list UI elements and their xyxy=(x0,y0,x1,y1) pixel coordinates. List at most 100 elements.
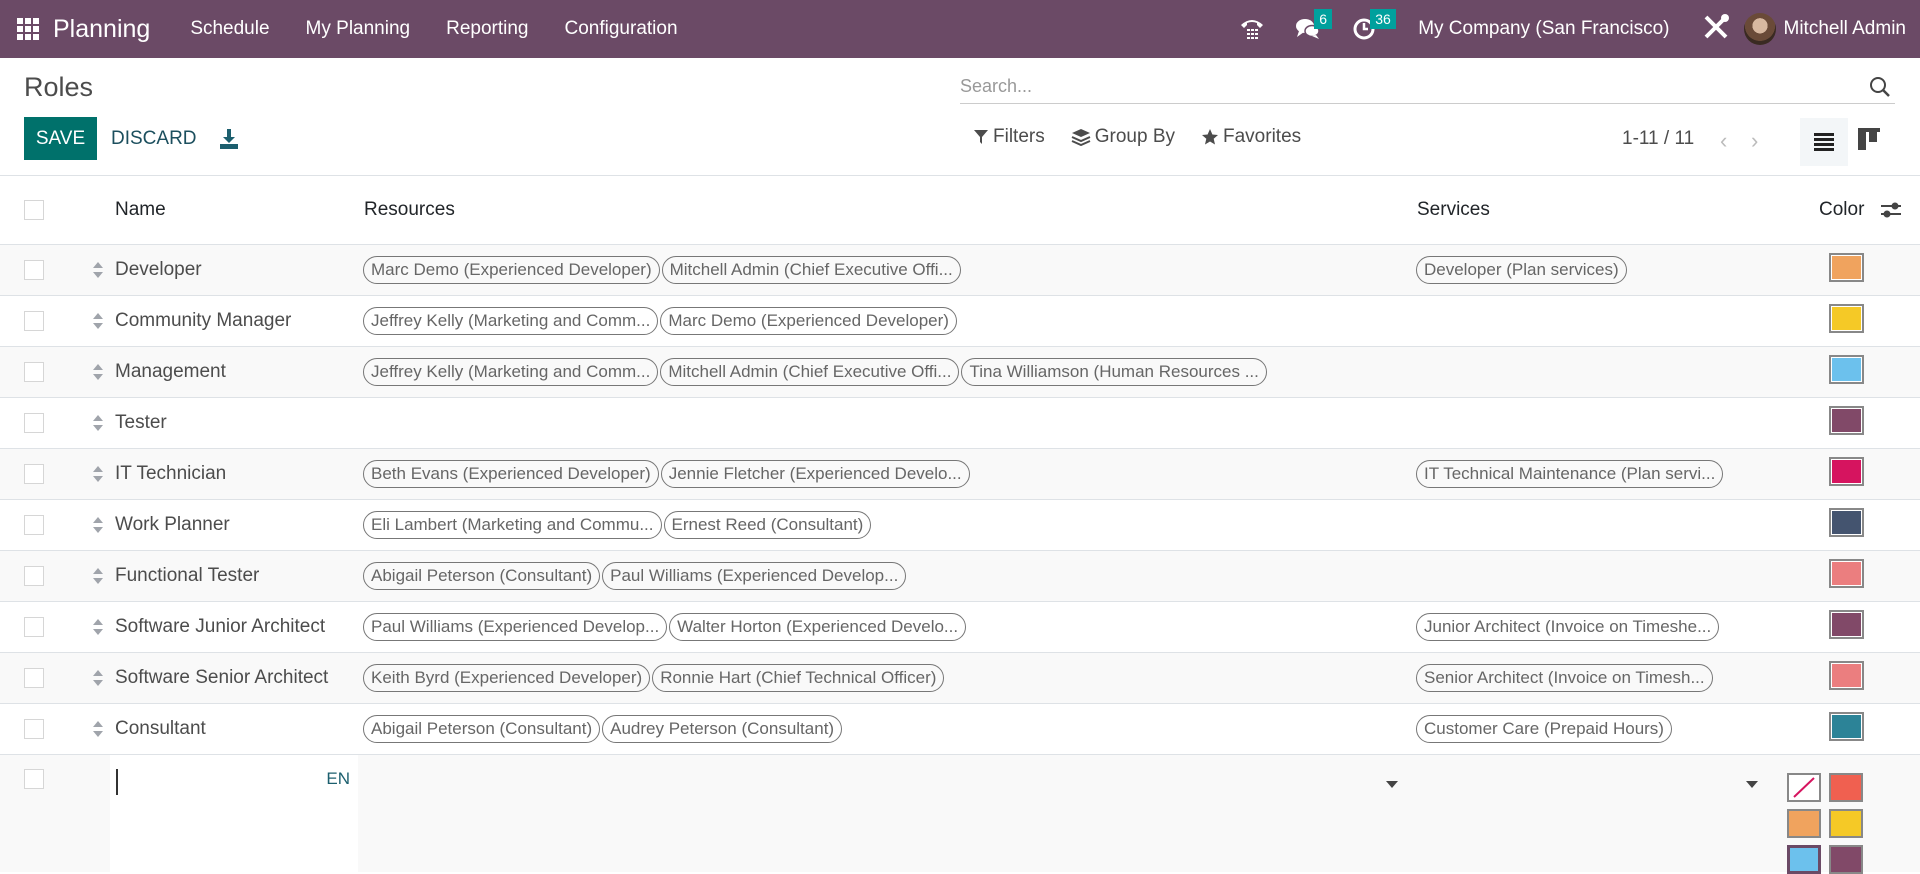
list-view-button[interactable] xyxy=(1800,118,1848,166)
column-header-services[interactable]: Services xyxy=(1417,199,1490,221)
phone-icon[interactable] xyxy=(1238,15,1266,43)
color-swatch[interactable] xyxy=(1829,457,1864,486)
service-tag[interactable]: Junior Architect (Invoice on Timeshe... xyxy=(1416,613,1720,641)
resource-tag[interactable]: Paul Williams (Experienced Develop... xyxy=(363,613,668,641)
menu-configuration[interactable]: Configuration xyxy=(565,18,678,40)
row-checkbox[interactable] xyxy=(24,260,44,280)
color-swatch[interactable] xyxy=(1829,610,1864,639)
drag-handle-icon[interactable] xyxy=(92,516,104,534)
resource-tag[interactable]: Paul Williams (Experienced Develop... xyxy=(602,562,907,590)
kanban-view-button[interactable] xyxy=(1858,128,1882,152)
color-option[interactable] xyxy=(1787,845,1821,874)
resource-tag[interactable]: Audrey Peterson (Consultant) xyxy=(602,715,843,743)
table-row[interactable]: Functional Tester Abigail Peterson (Consu… xyxy=(0,551,1920,602)
row-checkbox[interactable] xyxy=(24,769,44,789)
favorites-button[interactable]: Favorites xyxy=(1201,126,1301,148)
row-checkbox[interactable] xyxy=(24,566,44,586)
resource-tag[interactable]: Eli Lambert (Marketing and Commu... xyxy=(363,511,662,539)
color-swatch[interactable] xyxy=(1829,406,1864,435)
table-row[interactable]: IT Technician Beth Evans (Experienced Dev… xyxy=(0,449,1920,500)
drag-handle-icon[interactable] xyxy=(92,465,104,483)
drag-handle-icon[interactable] xyxy=(92,720,104,738)
row-checkbox[interactable] xyxy=(24,617,44,637)
search-icon[interactable] xyxy=(1869,76,1891,98)
pager-value[interactable]: 1-11 / 11 xyxy=(1622,128,1694,150)
language-toggle[interactable]: EN xyxy=(326,769,350,789)
color-swatch[interactable] xyxy=(1829,661,1864,690)
messages-icon[interactable]: 6 xyxy=(1294,9,1332,43)
resource-tag[interactable]: Tina Williamson (Human Resources ... xyxy=(961,358,1267,386)
role-name[interactable]: Software Junior Architect xyxy=(115,616,325,638)
resource-tag[interactable]: Mitchell Admin (Chief Executive Offi... xyxy=(660,358,960,386)
column-header-name[interactable]: Name xyxy=(115,199,166,221)
menu-reporting[interactable]: Reporting xyxy=(446,18,528,40)
color-swatch[interactable] xyxy=(1829,304,1864,333)
resource-tag[interactable]: Beth Evans (Experienced Developer) xyxy=(363,460,659,488)
resource-tag[interactable]: Marc Demo (Experienced Developer) xyxy=(660,307,957,335)
pager-previous-icon[interactable]: ‹ xyxy=(1720,128,1727,154)
row-checkbox[interactable] xyxy=(24,719,44,739)
service-tag[interactable]: Developer (Plan services) xyxy=(1416,256,1627,284)
table-row[interactable]: Software Junior Architect Paul Williams (… xyxy=(0,602,1920,653)
export-download-icon[interactable] xyxy=(218,128,240,150)
color-swatch[interactable] xyxy=(1829,712,1864,741)
resource-tag[interactable]: Abigail Peterson (Consultant) xyxy=(363,562,601,590)
color-swatch[interactable] xyxy=(1829,355,1864,384)
role-name[interactable]: Management xyxy=(115,361,226,383)
activities-clock-icon[interactable]: 36 xyxy=(1350,9,1396,43)
debug-tools-icon[interactable] xyxy=(1702,13,1730,46)
user-menu[interactable]: Mitchell Admin xyxy=(1743,13,1906,45)
role-name[interactable]: IT Technician xyxy=(115,463,226,485)
drag-handle-icon[interactable] xyxy=(92,363,104,381)
resource-tag[interactable]: Jennie Fletcher (Experienced Develo... xyxy=(660,460,970,488)
table-row[interactable]: Software Senior Architect Keith Byrd (Exp… xyxy=(0,653,1920,704)
search-input[interactable] xyxy=(960,76,1869,97)
role-name[interactable]: Software Senior Architect xyxy=(115,667,328,689)
app-brand[interactable]: Planning xyxy=(53,15,150,44)
color-swatch[interactable] xyxy=(1829,253,1864,282)
role-name[interactable]: Community Manager xyxy=(115,310,291,332)
resource-tag[interactable]: Ernest Reed (Consultant) xyxy=(663,511,872,539)
app-menu-icon[interactable] xyxy=(17,18,39,40)
row-checkbox[interactable] xyxy=(24,464,44,484)
resource-tag[interactable]: Walter Horton (Experienced Develo... xyxy=(669,613,967,641)
drag-handle-icon[interactable] xyxy=(92,414,104,432)
save-button[interactable]: SAVE xyxy=(24,117,97,160)
service-tag[interactable]: Senior Architect (Invoice on Timesh... xyxy=(1416,664,1713,692)
optional-columns-icon[interactable] xyxy=(1880,200,1902,220)
discard-button[interactable]: DISCARD xyxy=(111,117,197,160)
role-name[interactable]: Functional Tester xyxy=(115,565,259,587)
row-checkbox[interactable] xyxy=(24,362,44,382)
select-all-checkbox[interactable] xyxy=(24,200,44,220)
service-tag[interactable]: IT Technical Maintenance (Plan servi... xyxy=(1416,460,1724,488)
drag-handle-icon[interactable] xyxy=(92,567,104,585)
table-row[interactable]: Work Planner Eli Lambert (Marketing and C… xyxy=(0,500,1920,551)
color-option[interactable] xyxy=(1829,845,1863,874)
drag-handle-icon[interactable] xyxy=(92,618,104,636)
table-row[interactable]: Tester xyxy=(0,398,1920,449)
color-swatch[interactable] xyxy=(1829,559,1864,588)
table-row[interactable]: Consultant Abigail Peterson (Consultant) A… xyxy=(0,704,1920,755)
resource-tag[interactable]: Abigail Peterson (Consultant) xyxy=(363,715,601,743)
column-header-resources[interactable]: Resources xyxy=(364,199,455,221)
company-switcher[interactable]: My Company (San Francisco) xyxy=(1418,18,1669,40)
color-option-none[interactable] xyxy=(1787,773,1821,802)
resource-tag[interactable]: Jeffrey Kelly (Marketing and Comm... xyxy=(363,307,659,335)
resource-tag[interactable]: Jeffrey Kelly (Marketing and Comm... xyxy=(363,358,659,386)
column-header-color[interactable]: Color xyxy=(1819,199,1864,221)
resource-tag[interactable]: Keith Byrd (Experienced Developer) xyxy=(363,664,651,692)
table-row[interactable]: Developer Marc Demo (Experienced Develope… xyxy=(0,245,1920,296)
row-checkbox[interactable] xyxy=(24,668,44,688)
row-checkbox[interactable] xyxy=(24,413,44,433)
resources-dropdown-icon[interactable] xyxy=(1386,781,1398,788)
pager-next-icon[interactable]: › xyxy=(1751,128,1758,154)
filters-button[interactable]: Filters xyxy=(973,126,1045,148)
drag-handle-icon[interactable] xyxy=(92,312,104,330)
table-row[interactable]: Management Jeffrey Kelly (Marketing and C… xyxy=(0,347,1920,398)
role-name[interactable]: Consultant xyxy=(115,718,206,740)
color-option[interactable] xyxy=(1829,773,1863,802)
drag-handle-icon[interactable] xyxy=(92,261,104,279)
color-swatch[interactable] xyxy=(1829,508,1864,537)
name-input[interactable]: EN xyxy=(110,755,358,872)
service-tag[interactable]: Customer Care (Prepaid Hours) xyxy=(1416,715,1672,743)
